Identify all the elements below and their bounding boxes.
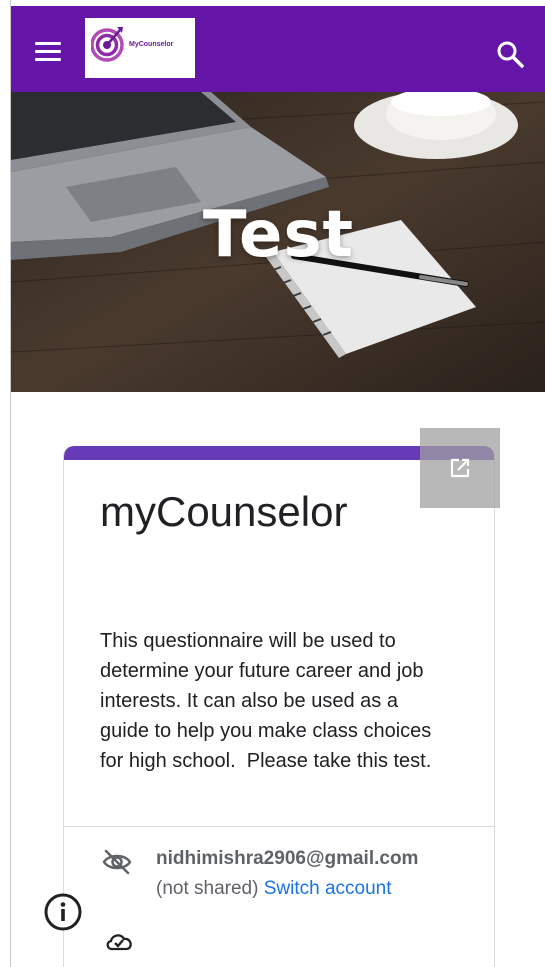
not-shared-label: (not shared) (156, 878, 259, 899)
search-icon[interactable] (496, 40, 524, 68)
info-icon[interactable] (43, 892, 83, 932)
logo-text: MyCounselor (129, 41, 174, 48)
page: MyCounselor Test myCounselor This questi… (10, 0, 545, 967)
form-title: myCounselor (100, 488, 348, 535)
account-status: (not shared) Switch account (156, 878, 392, 900)
top-app-bar: MyCounselor (11, 6, 545, 92)
hero-title: Test (202, 198, 355, 272)
hero-banner: Test (11, 92, 545, 392)
form-description: This questionnaire will be used to deter… (100, 630, 437, 772)
open-in-new-icon (450, 458, 470, 478)
switch-account-link[interactable]: Switch account (264, 878, 392, 899)
open-in-new-window-button[interactable] (420, 428, 500, 508)
eye-off-icon (102, 849, 132, 875)
form-divider (64, 826, 494, 827)
form-header-card: myCounselor This questionnaire will be u… (63, 446, 495, 967)
hamburger-menu-icon[interactable] (35, 42, 61, 62)
site-logo[interactable]: MyCounselor (85, 18, 195, 78)
cloud-done-icon (106, 934, 132, 951)
target-logo-icon (91, 27, 124, 62)
account-email: nidhimishra2906@gmail.com (156, 848, 419, 869)
